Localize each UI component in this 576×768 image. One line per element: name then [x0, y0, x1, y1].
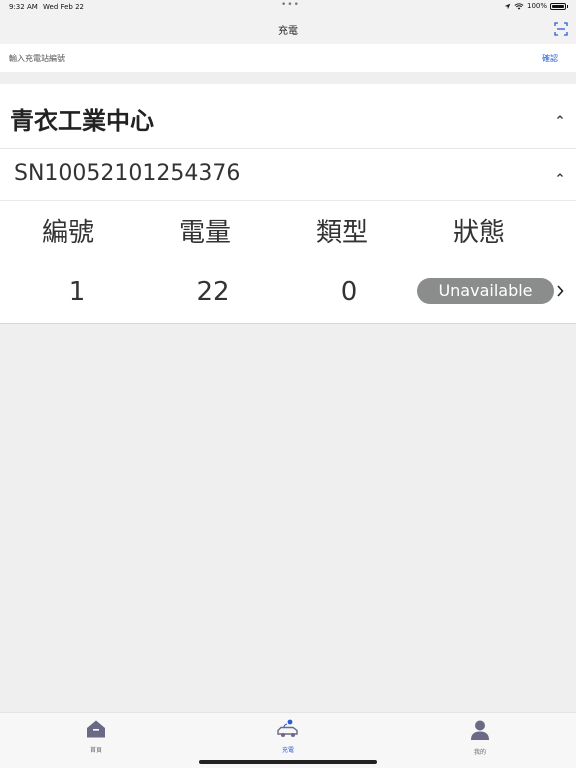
charger-serial: SN10052101254376: [14, 161, 241, 186]
ev-car-icon: [277, 719, 298, 737]
tab-label-home: 首頁: [89, 747, 102, 754]
status-time: 9:32 AM: [9, 3, 38, 11]
chevron-up-icon[interactable]: [556, 113, 564, 121]
connector-power: 22: [196, 277, 230, 307]
column-header-status: 狀態: [452, 218, 505, 248]
home-icon: [87, 720, 105, 738]
status-bar: 9:32 AM Wed Feb 22 ••• 100%: [0, 0, 576, 14]
status-badge[interactable]: Unavailable: [417, 278, 554, 304]
chevron-up-icon[interactable]: [556, 171, 564, 179]
tab-home[interactable]: 首頁: [66, 719, 126, 754]
charger-header[interactable]: SN10052101254376: [0, 149, 576, 201]
confirm-button[interactable]: 確認: [542, 53, 558, 64]
connector-type: 0: [340, 277, 358, 307]
multitasking-dots[interactable]: •••: [281, 0, 300, 10]
status-indicators: 100%: [504, 2, 568, 10]
scan-icon[interactable]: [554, 22, 568, 36]
user-icon: [471, 720, 489, 740]
connector-number: 1: [68, 277, 86, 307]
column-header-type: 類型: [315, 218, 368, 248]
tab-charge[interactable]: 充電: [258, 719, 318, 754]
tab-profile[interactable]: 我的: [450, 719, 510, 756]
status-date: Wed Feb 22: [43, 3, 85, 11]
wifi-icon: [514, 2, 524, 10]
nav-bar: 充電: [0, 14, 576, 44]
page-title: 充電: [278, 26, 298, 37]
station-header[interactable]: 青衣工業中心: [0, 84, 576, 149]
tab-label-profile: 我的: [473, 749, 486, 756]
station-card: 青衣工業中心 SN10052101254376 編號 電量 類型 狀態 1 22…: [0, 84, 576, 324]
column-header-number: 編號: [41, 218, 94, 248]
column-header-power: 電量: [178, 218, 231, 248]
home-indicator[interactable]: [199, 760, 377, 764]
station-number-input[interactable]: [9, 51, 509, 65]
battery-percent: 100%: [526, 2, 547, 10]
battery-icon: [550, 2, 568, 10]
station-search-bar: 確認: [0, 44, 576, 72]
station-name: 青衣工業中心: [10, 107, 154, 135]
location-icon: [504, 3, 511, 9]
tab-label-charge: 充電: [281, 747, 294, 754]
chevron-right-icon[interactable]: [555, 283, 565, 299]
